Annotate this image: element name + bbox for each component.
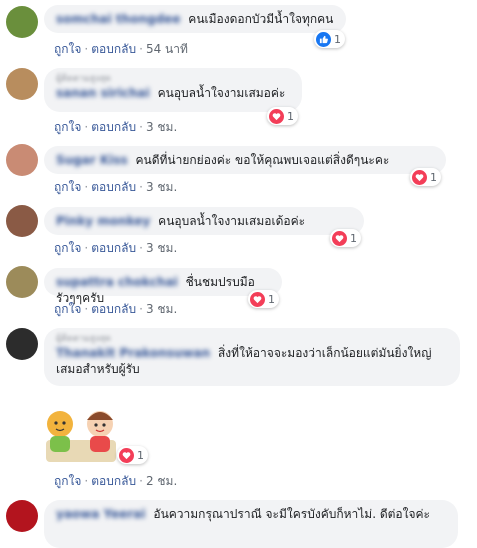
comment-bubble: somchai thongdee คนเมืองดอกบัวมีน้ำใจทุก… xyxy=(44,5,346,33)
reaction-number: 1 xyxy=(137,448,144,462)
reply-link[interactable]: ตอบกลับ xyxy=(91,120,136,134)
timestamp[interactable]: 3 ชม. xyxy=(146,241,177,255)
comment-bubble: Pinky monkey คนอุบลน้ำใจงามเสมอเด้อค่ะ xyxy=(44,207,364,235)
like-link[interactable]: ถูกใจ xyxy=(54,474,81,488)
avatar[interactable] xyxy=(6,144,38,176)
reaction-number: 1 xyxy=(334,32,341,46)
commenter-name[interactable]: yaowa Yeerai xyxy=(56,507,146,521)
timestamp[interactable]: 3 ชม. xyxy=(146,120,177,134)
comment-text: คนอุบลน้ำใจงามเสมอค่ะ xyxy=(157,86,286,100)
comment-actions: ถูกใจ · ตอบกลับ · 2 ชม. xyxy=(54,474,178,488)
comment-actions: ถูกใจ · ตอบกลับ · 3 ชม. xyxy=(54,241,178,255)
comment-actions: ถูกใจ · ตอบกลับ · 3 ชม. xyxy=(54,120,178,134)
top-fan-badge: ผู้ติดตามสูงสุด xyxy=(56,334,112,344)
commenter-name[interactable]: supattra chokchai xyxy=(56,275,178,289)
sticker-image[interactable] xyxy=(44,406,124,466)
commenter-name[interactable]: Sugar Kiss xyxy=(56,153,128,167)
avatar[interactable] xyxy=(6,205,38,237)
reaction-count[interactable]: 1 xyxy=(267,107,298,125)
commenter-name[interactable]: Thanakit Prakonsuwan xyxy=(56,346,210,360)
reaction-number: 1 xyxy=(350,231,357,245)
avatar[interactable] xyxy=(6,6,38,38)
avatar[interactable] xyxy=(6,266,38,298)
reply-link[interactable]: ตอบกลับ xyxy=(91,180,136,194)
top-fan-badge: ผู้ติดตามสูงสุด xyxy=(56,74,112,84)
reaction-number: 1 xyxy=(287,109,294,123)
heart-icon xyxy=(250,291,265,307)
comment-text: คนดีที่น่ายกย่องค่ะ ขอให้คุณพบเจอแต่สิ่ง… xyxy=(135,153,390,167)
timestamp[interactable]: 3 ชม. xyxy=(146,302,177,316)
reply-link[interactable]: ตอบกลับ xyxy=(91,241,136,255)
like-link[interactable]: ถูกใจ xyxy=(54,302,81,316)
reply-link[interactable]: ตอบกลับ xyxy=(91,474,136,488)
reaction-number: 1 xyxy=(268,292,275,306)
avatar[interactable] xyxy=(6,68,38,100)
like-link[interactable]: ถูกใจ xyxy=(54,180,81,194)
comment-bubble: ผู้ติดตามสูงสุด sanan sirichai คนอุบลน้ำ… xyxy=(44,68,302,112)
like-icon xyxy=(316,31,331,47)
heart-icon xyxy=(332,230,347,246)
avatar[interactable] xyxy=(6,328,38,360)
heart-icon xyxy=(412,169,427,185)
reply-link[interactable]: ตอบกลับ xyxy=(91,302,136,316)
reaction-count[interactable]: 1 xyxy=(314,30,345,48)
reaction-number: 1 xyxy=(430,170,437,184)
reaction-count[interactable]: 1 xyxy=(410,168,441,186)
heart-icon xyxy=(119,447,134,463)
reaction-count[interactable]: 1 xyxy=(248,290,279,308)
reaction-count[interactable]: 1 xyxy=(117,446,148,464)
comment-bubble: ผู้ติดตามสูงสุด Thanakit Prakonsuwan สิ่… xyxy=(44,328,460,386)
timestamp[interactable]: 3 ชม. xyxy=(146,180,177,194)
timestamp[interactable]: 54 นาที xyxy=(146,42,188,56)
like-link[interactable]: ถูกใจ xyxy=(54,42,81,56)
comment-text: คนเมืองดอกบัวมีน้ำใจทุกคน xyxy=(188,12,334,26)
commenter-name[interactable]: somchai thongdee xyxy=(56,12,180,26)
reply-link[interactable]: ตอบกลับ xyxy=(91,42,136,56)
comment-bubble: yaowa Yeerai อันความกรุณาปราณี จะมีใครบั… xyxy=(44,500,458,548)
comment-bubble: supattra chokchai ชื่นชมปรบมือรัวๆๆครับ xyxy=(44,268,282,305)
comment-text: อันความกรุณาปราณี จะมีใครบังคับก็หาไม่. … xyxy=(153,507,430,521)
like-link[interactable]: ถูกใจ xyxy=(54,241,81,255)
like-link[interactable]: ถูกใจ xyxy=(54,120,81,134)
commenter-name[interactable]: Pinky monkey xyxy=(56,214,150,228)
comment-actions: ถูกใจ · ตอบกลับ · 3 ชม. xyxy=(54,180,178,194)
comment-text: คนอุบลน้ำใจงามเสมอเด้อค่ะ xyxy=(158,214,306,228)
timestamp[interactable]: 2 ชม. xyxy=(146,474,177,488)
comment-actions: ถูกใจ · ตอบกลับ · 54 นาที xyxy=(54,42,188,56)
comment-bubble: Sugar Kiss คนดีที่น่ายกย่องค่ะ ขอให้คุณพ… xyxy=(44,146,446,174)
avatar[interactable] xyxy=(6,500,38,532)
comment-actions: ถูกใจ · ตอบกลับ · 3 ชม. xyxy=(54,302,178,316)
reaction-count[interactable]: 1 xyxy=(330,229,361,247)
heart-icon xyxy=(269,108,284,124)
commenter-name[interactable]: sanan sirichai xyxy=(56,86,150,100)
